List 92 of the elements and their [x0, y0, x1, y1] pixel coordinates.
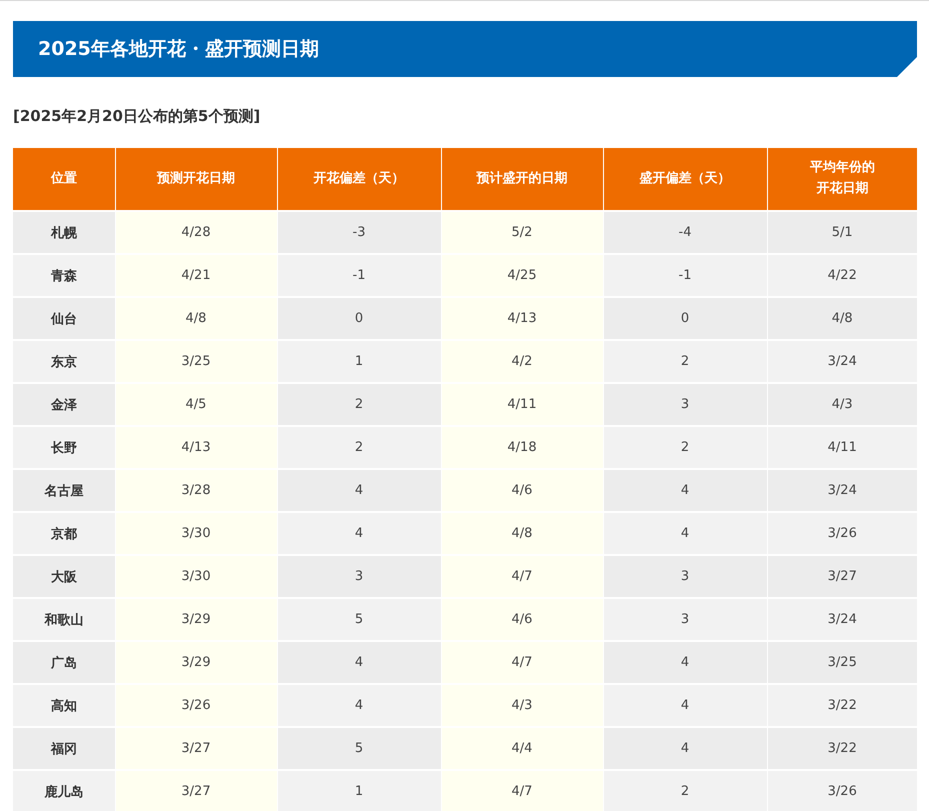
table-cell: 4/22: [767, 254, 917, 297]
table-cell: 3/26: [767, 770, 917, 811]
table-cell: 4/25: [441, 254, 603, 297]
table-cell: 4/3: [441, 684, 603, 727]
table-cell: 3/24: [767, 469, 917, 512]
table-cell: 3/25: [115, 340, 277, 383]
table-cell: 3/26: [115, 684, 277, 727]
column-header: 平均年份的开花日期: [808, 159, 876, 198]
table-cell: 鹿儿岛: [13, 770, 115, 811]
table-cell: 2: [277, 426, 441, 469]
column-header: 位置: [50, 170, 78, 188]
table-cell: 广岛: [13, 641, 115, 684]
table-cell: 5/1: [767, 211, 917, 254]
table-cell: 2: [277, 383, 441, 426]
table-cell: 4/11: [441, 383, 603, 426]
table-cell: 长野: [13, 426, 115, 469]
table-cell: 1: [277, 770, 441, 811]
table-cell: 5: [277, 727, 441, 770]
page-title: 2025年各地开花・盛开预测日期: [38, 37, 319, 62]
table-cell: 3/30: [115, 512, 277, 555]
table-cell: 3/22: [767, 727, 917, 770]
table-cell: 4: [277, 641, 441, 684]
table-cell: 4/7: [441, 641, 603, 684]
table-cell: 4: [603, 512, 767, 555]
table-cell: 4: [277, 512, 441, 555]
table-cell: 2: [603, 426, 767, 469]
table-cell: 和歌山: [13, 598, 115, 641]
table-cell: 仙台: [13, 297, 115, 340]
table-cell: 4/28: [115, 211, 277, 254]
table-cell: 大阪: [13, 555, 115, 598]
table-cell: 4/13: [115, 426, 277, 469]
table-cell: 4/8: [441, 512, 603, 555]
table-cell: -1: [277, 254, 441, 297]
table-cell: 3: [277, 555, 441, 598]
table-cell: 2: [603, 340, 767, 383]
table-cell: 3/24: [767, 598, 917, 641]
column-header: 盛开偏差（天）: [638, 170, 732, 188]
table-cell: 札幌: [13, 211, 115, 254]
table-cell: -4: [603, 211, 767, 254]
table-cell: 4/18: [441, 426, 603, 469]
table-cell: 3/22: [767, 684, 917, 727]
table-cell: 1: [277, 340, 441, 383]
table-cell: 3/27: [115, 727, 277, 770]
table-cell: -1: [603, 254, 767, 297]
table-cell: 3/29: [115, 598, 277, 641]
table-cell: 4/11: [767, 426, 917, 469]
table-cell: 高知: [13, 684, 115, 727]
column-header: 预测开花日期: [156, 170, 236, 188]
table-cell: 3/25: [767, 641, 917, 684]
table-cell: 4/5: [115, 383, 277, 426]
table-cell: 4/6: [441, 598, 603, 641]
table-cell: 5: [277, 598, 441, 641]
table-cell: 4: [603, 727, 767, 770]
table-cell: 4/13: [441, 297, 603, 340]
table-cell: 4/8: [115, 297, 277, 340]
table-cell: 4: [277, 469, 441, 512]
table-cell: 5/2: [441, 211, 603, 254]
table-cell: 4: [603, 684, 767, 727]
table-cell: -3: [277, 211, 441, 254]
table-cell: 4/3: [767, 383, 917, 426]
table-cell: 福冈: [13, 727, 115, 770]
table-cell: 4: [603, 469, 767, 512]
table-cell: 4/6: [441, 469, 603, 512]
table-cell: 3/30: [115, 555, 277, 598]
table-cell: 3: [603, 383, 767, 426]
table-cell: 3: [603, 555, 767, 598]
table-cell: 3/27: [115, 770, 277, 811]
table-cell: 3/24: [767, 340, 917, 383]
table-cell: 4: [603, 641, 767, 684]
table-cell: 4/4: [441, 727, 603, 770]
table-cell: 2: [603, 770, 767, 811]
table-cell: 4/21: [115, 254, 277, 297]
table-cell: 4: [277, 684, 441, 727]
forecast-subtitle: [2025年2月20日公布的第5个预测]: [13, 107, 262, 126]
table-cell: 3: [603, 598, 767, 641]
table-cell: 金泽: [13, 383, 115, 426]
table-cell: 名古屋: [13, 469, 115, 512]
table-cell: 3/29: [115, 641, 277, 684]
table-cell: 3/26: [767, 512, 917, 555]
table-cell: 0: [603, 297, 767, 340]
table-cell: 4/2: [441, 340, 603, 383]
table-cell: 东京: [13, 340, 115, 383]
column-header: 开花偏差（天）: [312, 170, 406, 188]
column-header: 预计盛开的日期: [475, 170, 568, 188]
table-cell: 3/27: [767, 555, 917, 598]
table-cell: 4/7: [441, 770, 603, 811]
table-cell: 4/7: [441, 555, 603, 598]
table-cell: 京都: [13, 512, 115, 555]
table-cell: 青森: [13, 254, 115, 297]
table-cell: 4/8: [767, 297, 917, 340]
table-cell: 0: [277, 297, 441, 340]
table-cell: 3/28: [115, 469, 277, 512]
